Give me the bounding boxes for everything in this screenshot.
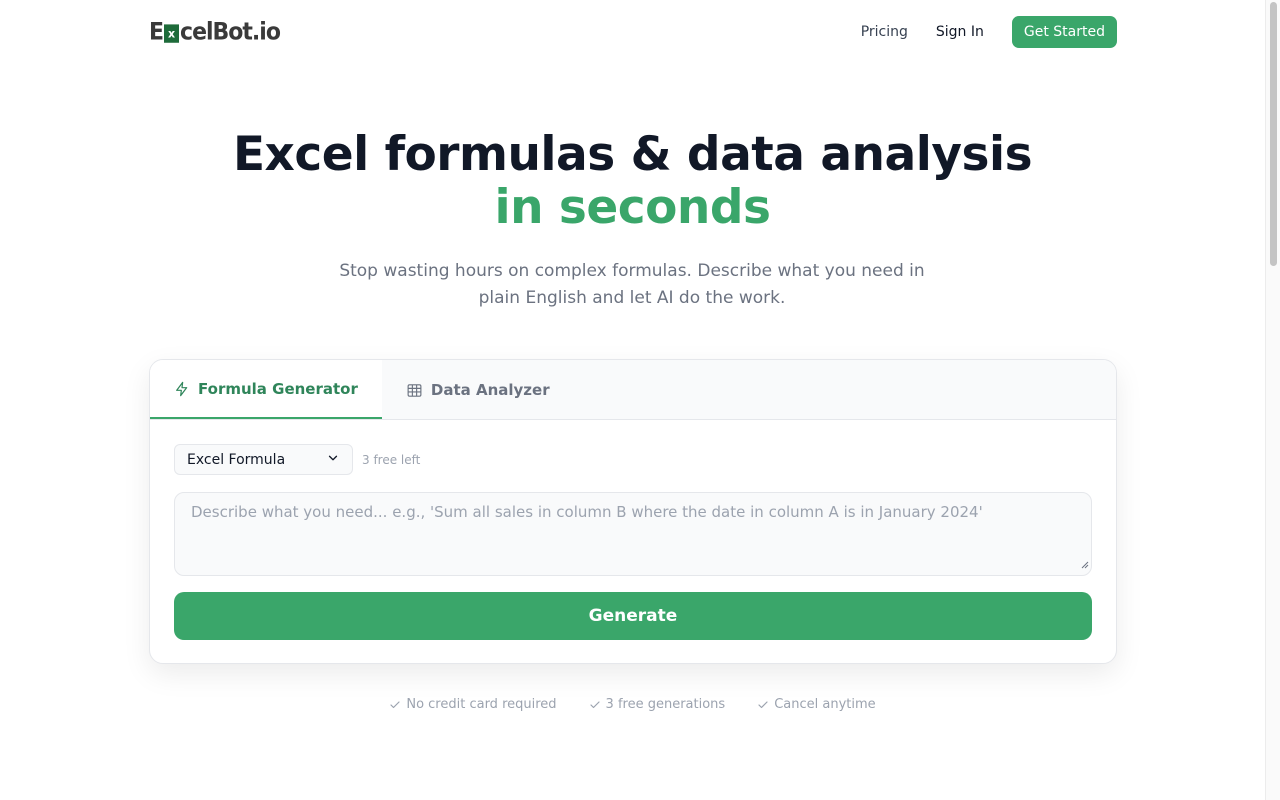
table-icon [406, 382, 423, 399]
free-left-counter: 3 free left [362, 452, 421, 467]
hero: Excel formulas & data analysis in second… [0, 128, 1265, 234]
formula-type-value: Excel Formula [187, 451, 286, 468]
nav-sign-in-link[interactable]: Sign In [936, 24, 984, 40]
site-header: Ex celBot.io Pricing Sign In Get Started [149, 0, 1117, 64]
resize-handle-icon[interactable] [1080, 555, 1089, 573]
main-nav: Pricing Sign In Get Started [861, 16, 1117, 48]
page-scrollbar[interactable] [1265, 0, 1280, 800]
hero-title-accent: in seconds [494, 180, 771, 235]
hero-subtitle: Stop wasting hours on complex formulas. … [339, 261, 925, 308]
check-icon [589, 699, 601, 711]
feature-item: 3 free generations [589, 697, 726, 712]
generator-card: Formula Generator Data Analyzer Excel Fo… [149, 359, 1117, 664]
formula-type-select[interactable]: Excel Formula [174, 444, 353, 475]
nav-pricing-link[interactable]: Pricing [861, 24, 908, 40]
prompt-textarea[interactable]: Describe what you need... e.g., 'Sum all… [174, 492, 1092, 576]
generate-button[interactable]: Generate [174, 592, 1092, 640]
tab-data-analyzer-label: Data Analyzer [430, 381, 550, 399]
check-icon [389, 699, 401, 711]
feature-item: Cancel anytime [757, 697, 876, 712]
tab-bar: Formula Generator Data Analyzer [150, 360, 1116, 420]
scrollbar-thumb[interactable] [1270, 2, 1277, 266]
chevron-down-icon [326, 451, 340, 469]
hero-title-line1: Excel formulas & data analysis [232, 127, 1033, 182]
feature-label: 3 free generations [605, 697, 726, 712]
lightning-icon [174, 381, 190, 397]
feature-label: Cancel anytime [774, 697, 876, 712]
feature-list: No credit card required 3 free generatio… [0, 697, 1265, 712]
formula-type-row: Excel Formula 3 free left [174, 444, 420, 475]
feature-item: No credit card required [389, 697, 557, 712]
logo-x-box: x [164, 23, 180, 43]
tab-formula-generator[interactable]: Formula Generator [150, 360, 382, 419]
logo-suffix: celBot.io [180, 18, 281, 46]
logo[interactable]: Ex celBot.io [149, 18, 281, 46]
hero-title: Excel formulas & data analysis in second… [0, 128, 1265, 234]
logo-prefix: E [149, 18, 164, 46]
tab-formula-generator-label: Formula Generator [198, 379, 358, 398]
tab-data-analyzer[interactable]: Data Analyzer [382, 360, 574, 420]
get-started-button[interactable]: Get Started [1011, 16, 1117, 48]
prompt-placeholder: Describe what you need... e.g., 'Sum all… [191, 503, 983, 521]
feature-label: No credit card required [406, 697, 557, 712]
check-icon [757, 699, 769, 711]
